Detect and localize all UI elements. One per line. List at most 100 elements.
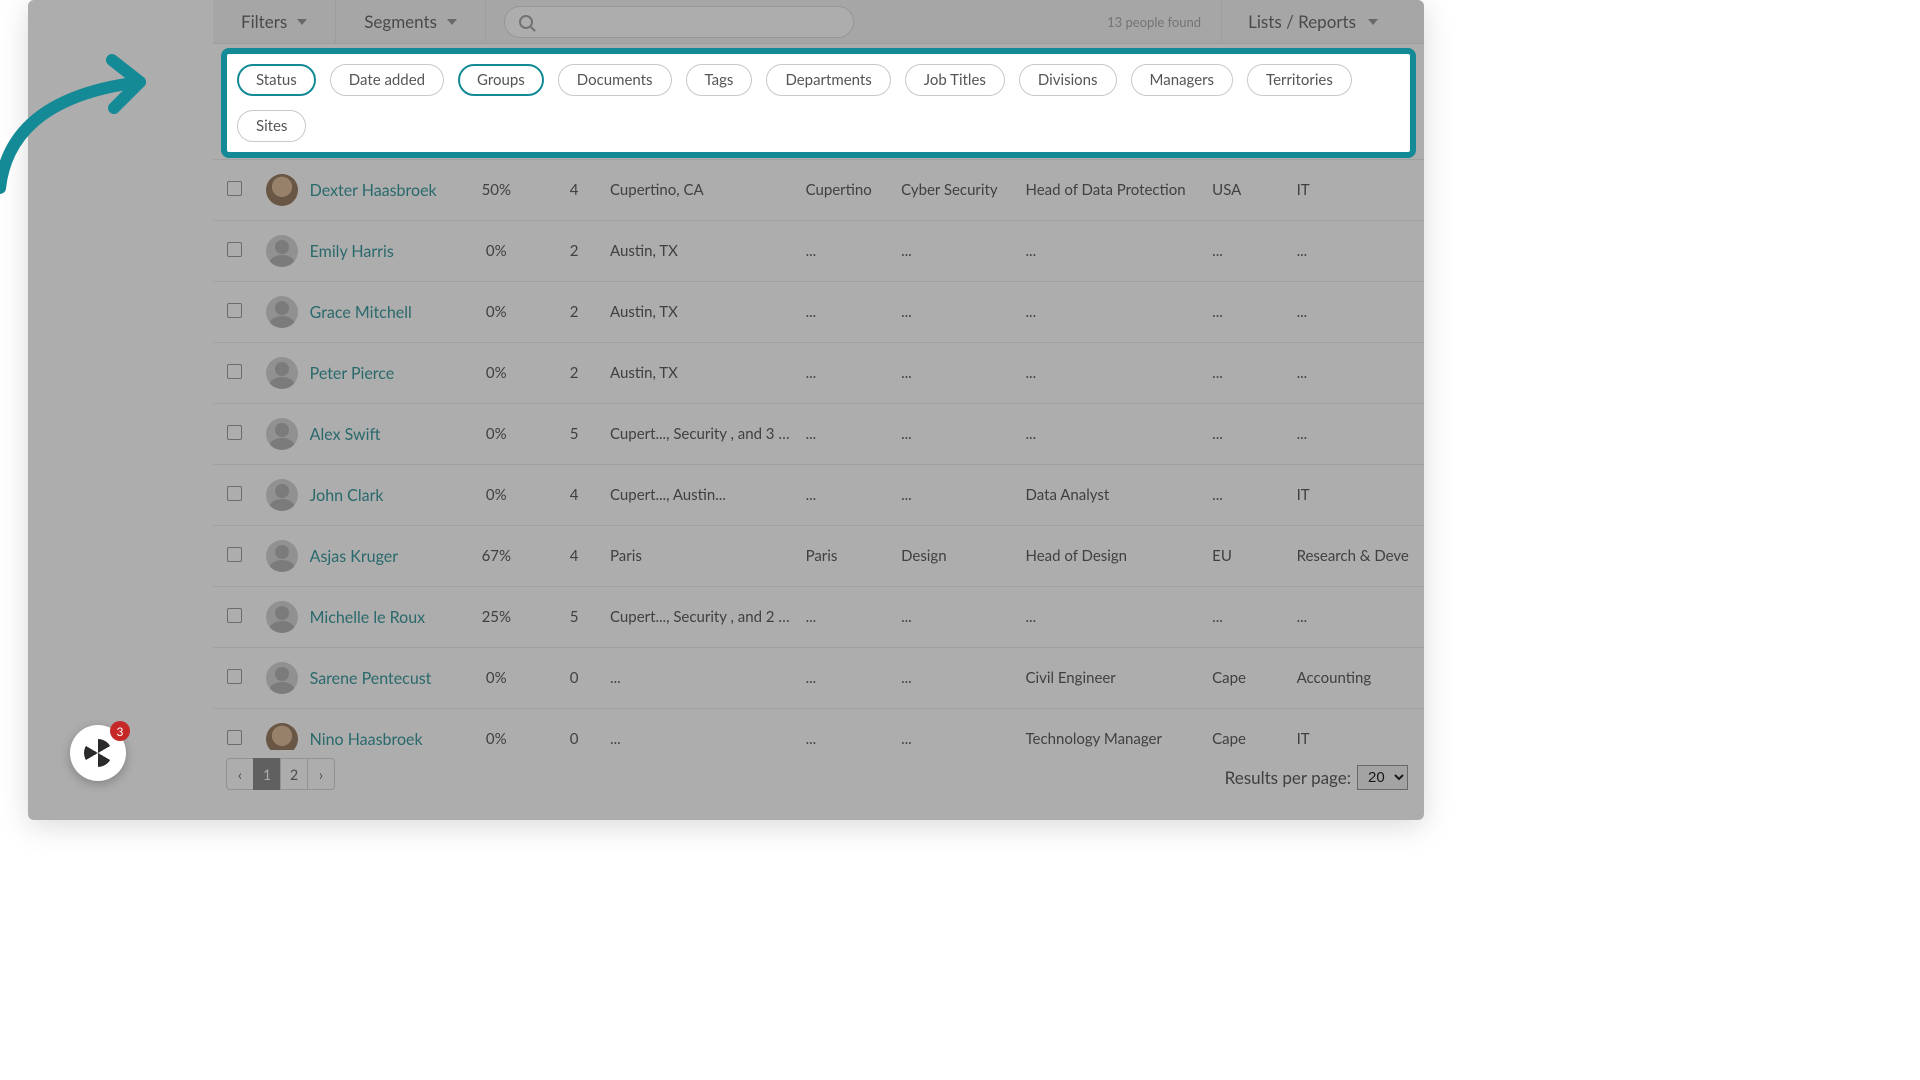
cell-groups: Cupert..., Austin... — [604, 465, 800, 526]
cell-territory: ... — [1206, 221, 1290, 282]
cell-department: ... — [1291, 282, 1424, 343]
row-checkbox[interactable] — [227, 242, 242, 257]
cell-site: ... — [800, 404, 896, 465]
row-checkbox[interactable] — [227, 730, 242, 745]
lists-reports-button[interactable]: Lists / Reports — [1221, 0, 1404, 44]
cell-territory: Cape — [1206, 709, 1290, 751]
cell-division: ... — [895, 282, 1019, 343]
filter-chip-territories[interactable]: Territories — [1247, 64, 1352, 96]
cell-territory: ... — [1206, 587, 1290, 648]
filter-chip-groups[interactable]: Groups — [458, 64, 544, 96]
row-checkbox[interactable] — [227, 547, 242, 562]
cell-division: ... — [895, 221, 1019, 282]
cell-job: Head of Design — [1020, 526, 1207, 587]
page-prev[interactable]: ‹ — [226, 758, 254, 790]
cell-site: Cupertino — [800, 160, 896, 221]
cell-territory: ... — [1206, 343, 1290, 404]
table-row: Dexter Haasbroek50%4Cupertino, CACuperti… — [213, 160, 1424, 221]
search-input[interactable] — [504, 6, 854, 38]
table-row: Asjas Kruger67%4ParisParisDesignHead of … — [213, 526, 1424, 587]
table-row: Michelle le Roux25%5Cupert..., Security … — [213, 587, 1424, 648]
person-link[interactable]: Peter Pierce — [310, 364, 395, 383]
cell-job: ... — [1020, 282, 1207, 343]
cell-files: 2 — [544, 221, 604, 282]
rpp-select[interactable]: 20 — [1357, 765, 1408, 790]
row-checkbox[interactable] — [227, 608, 242, 623]
person-link[interactable]: Alex Swift — [310, 425, 381, 444]
row-checkbox[interactable] — [227, 669, 242, 684]
cell-department: ... — [1291, 343, 1424, 404]
cell-job: Technology Manager — [1020, 709, 1207, 751]
cell-job: Data Analyst — [1020, 465, 1207, 526]
cell-division: ... — [895, 648, 1019, 709]
cell-division: ... — [895, 709, 1019, 751]
row-checkbox[interactable] — [227, 486, 242, 501]
filter-chip-tags[interactable]: Tags — [686, 64, 753, 96]
table-row: Nino Haasbroek0%0.........Technology Man… — [213, 709, 1424, 751]
cell-division: ... — [895, 404, 1019, 465]
filter-chip-date-added[interactable]: Date added — [330, 64, 444, 96]
table-row: Emily Harris0%2Austin, TX............... — [213, 221, 1424, 282]
filter-chip-sites[interactable]: Sites — [237, 110, 306, 142]
result-count: 13 people found — [1107, 14, 1201, 30]
cell-files: 5 — [544, 404, 604, 465]
filter-chip-bar: Status Date added Groups Documents Tags Depar… — [221, 48, 1416, 158]
page-1[interactable]: 1 — [253, 758, 281, 790]
filter-chip-managers[interactable]: Managers — [1131, 64, 1234, 96]
cell-files: 4 — [544, 526, 604, 587]
person-link[interactable]: Sarene Pentecust — [310, 669, 432, 688]
page-next[interactable]: › — [307, 758, 335, 790]
row-checkbox[interactable] — [227, 364, 242, 379]
person-link[interactable]: Emily Harris — [310, 242, 394, 261]
filters-button[interactable]: Filters — [213, 0, 336, 44]
filter-chip-divisions[interactable]: Divisions — [1019, 64, 1117, 96]
person-link[interactable]: Nino Haasbroek — [310, 730, 423, 749]
person-link[interactable]: Asjas Kruger — [310, 547, 398, 566]
avatar — [266, 296, 298, 328]
app-window: Filters Segments 13 people found Lists /… — [28, 0, 1424, 820]
filter-chip-departments[interactable]: Departments — [766, 64, 890, 96]
avatar — [266, 235, 298, 267]
cell-department: IT — [1291, 160, 1424, 221]
row-checkbox[interactable] — [227, 425, 242, 440]
help-logo-icon — [84, 739, 112, 767]
person-link[interactable]: John Clark — [310, 486, 384, 505]
page-2[interactable]: 2 — [280, 758, 308, 790]
row-checkbox[interactable] — [227, 181, 242, 196]
person-link[interactable]: Dexter Haasbroek — [310, 181, 437, 200]
cell-groups: Austin, TX — [604, 221, 800, 282]
cell-division: Cyber Security — [895, 160, 1019, 221]
cell-department: ... — [1291, 587, 1424, 648]
row-checkbox[interactable] — [227, 303, 242, 318]
cell-completion: 50% — [449, 160, 545, 221]
person-link[interactable]: Michelle le Roux — [310, 608, 425, 627]
cell-site: ... — [800, 343, 896, 404]
help-widget[interactable]: 3 — [70, 725, 126, 781]
cell-completion: 0% — [449, 282, 545, 343]
segments-label: Segments — [364, 11, 437, 32]
cell-site: ... — [800, 465, 896, 526]
cell-division: Design — [895, 526, 1019, 587]
pagination: ‹ 1 2 › — [227, 758, 335, 790]
avatar — [266, 174, 298, 206]
cell-files: 2 — [544, 282, 604, 343]
cell-territory: ... — [1206, 404, 1290, 465]
cell-groups: ... — [604, 648, 800, 709]
cell-job: ... — [1020, 221, 1207, 282]
avatar — [266, 418, 298, 450]
results-per-page: Results per page: 20 — [1225, 765, 1408, 790]
cell-job: Head of Data Protection — [1020, 160, 1207, 221]
cell-division: ... — [895, 465, 1019, 526]
avatar — [266, 662, 298, 694]
filter-chip-job-titles[interactable]: Job Titles — [905, 64, 1005, 96]
cell-department: IT — [1291, 465, 1424, 526]
cell-territory: EU — [1206, 526, 1290, 587]
cell-files: 4 — [544, 160, 604, 221]
cell-groups: Cupert..., Security , and 2 more — [604, 587, 800, 648]
person-link[interactable]: Grace Mitchell — [310, 303, 412, 322]
filter-chip-status[interactable]: Status — [237, 64, 316, 96]
filter-chip-documents[interactable]: Documents — [558, 64, 672, 96]
segments-button[interactable]: Segments — [336, 0, 486, 44]
people-table-container: Name Completion Files Groups Site Divisi… — [213, 120, 1424, 750]
cell-site: ... — [800, 648, 896, 709]
